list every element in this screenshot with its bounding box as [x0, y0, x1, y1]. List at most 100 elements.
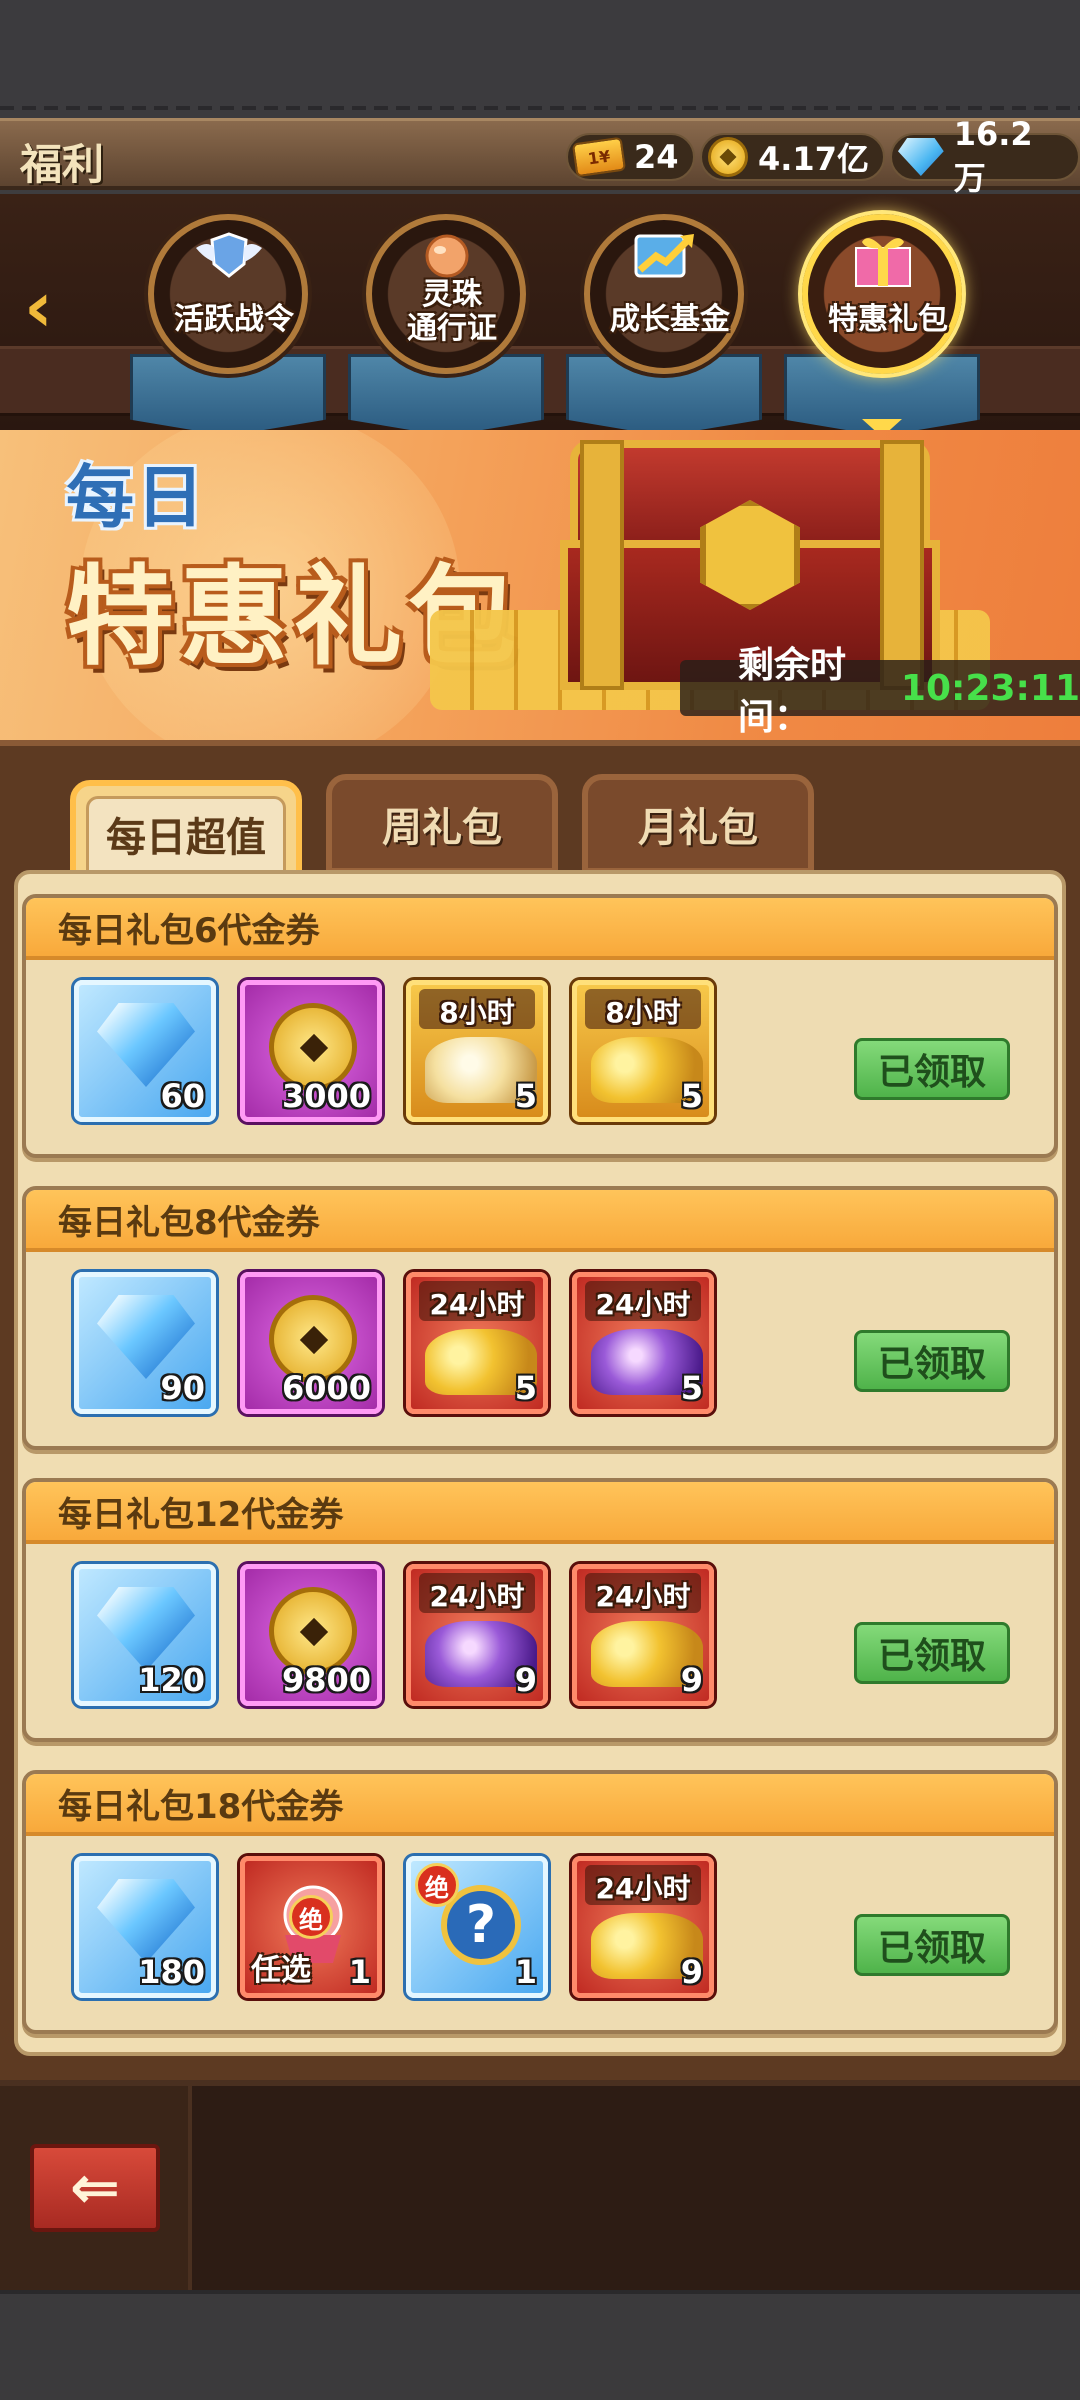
- claimed-button[interactable]: 已领取: [854, 1622, 1010, 1684]
- pack-card: 每日礼包8代金券 90 6000 24小时 5 24小时 5 已领取: [22, 1186, 1058, 1450]
- reward-qty: 5: [680, 1369, 703, 1407]
- claimed-button[interactable]: 已领取: [854, 1330, 1010, 1392]
- bottom-left-panel: ⇐: [0, 2086, 192, 2296]
- promo-banner: 每日 特惠礼包 剩余时间： 10:23:11: [0, 430, 1080, 740]
- reward-duration: 8小时: [439, 996, 515, 1029]
- reward-gold-pack[interactable]: 8小时 5: [572, 980, 714, 1122]
- reward-qty: 5: [514, 1369, 537, 1407]
- reward-choice-box[interactable]: 绝 任选 1: [240, 1856, 382, 1998]
- nav-item-battle-pass[interactable]: 活跃战令: [128, 214, 328, 436]
- claimed-label: 已领取: [877, 1636, 986, 1677]
- reward-qty: 5: [680, 1077, 703, 1115]
- nav-label: 成长基金: [610, 302, 730, 337]
- growth-chart-icon: [634, 234, 694, 278]
- tab-weekly[interactable]: 周礼包: [326, 774, 558, 874]
- reward-qty: 9: [680, 1661, 703, 1699]
- ticket-icon: 1¥: [571, 136, 627, 178]
- reward-duration: 24小时: [595, 1288, 691, 1321]
- coin-counter: 4.17亿: [700, 133, 885, 181]
- reward-diamond[interactable]: 180: [74, 1856, 216, 1998]
- nav-circle: 活跃战令: [148, 214, 308, 374]
- pack-title: 每日礼包12代金券: [58, 1494, 344, 1535]
- feature-nav: ‹ 活跃战令 灵珠 通行证 成长基金 特惠礼包: [0, 194, 1080, 437]
- tab-label: 每日超值: [106, 815, 266, 861]
- bottom-edge: [0, 2290, 1080, 2400]
- reward-qty: 1: [514, 1953, 537, 1991]
- reward-diamond[interactable]: 90: [74, 1272, 216, 1414]
- claimed-button[interactable]: 已领取: [854, 1914, 1010, 1976]
- reward-duration: 24小时: [595, 1580, 691, 1613]
- pack-title: 每日礼包6代金券: [58, 910, 320, 951]
- arrow-left-icon: ⇐: [69, 2153, 121, 2223]
- chevron-left-icon[interactable]: ‹: [24, 272, 74, 342]
- reward-coin[interactable]: 9800: [240, 1564, 382, 1706]
- claimed-button[interactable]: 已领取: [854, 1038, 1010, 1100]
- nav-circle-active: 特惠礼包: [802, 214, 962, 374]
- tab-label: 月礼包: [638, 805, 758, 851]
- timer-value: 10:23:11: [900, 667, 1080, 709]
- rarity-badge: 绝: [415, 1863, 459, 1907]
- pack-card: 每日礼包6代金券 60 3000 8小时 5 8小时 5 已领取: [22, 894, 1058, 1158]
- top-bar: 福利 1¥ 24 4.17亿 16.2万: [0, 115, 1080, 197]
- nav-circle: 成长基金: [584, 214, 744, 374]
- reward-qty: 120: [138, 1661, 205, 1699]
- reward-diamond[interactable]: 120: [74, 1564, 216, 1706]
- reward-gold-pack[interactable]: 24小时 9: [572, 1564, 714, 1706]
- reward-duration: 24小时: [595, 1872, 691, 1905]
- reward-qty: 9: [680, 1953, 703, 1991]
- pack-header: 每日礼包18代金券: [26, 1774, 1054, 1836]
- reward-qty: 90: [160, 1369, 205, 1407]
- reward-qty: 5: [514, 1077, 537, 1115]
- reward-duration: 8小时: [605, 996, 681, 1029]
- reward-coin[interactable]: 6000: [240, 1272, 382, 1414]
- nav-item-special-pack[interactable]: 特惠礼包: [782, 214, 982, 437]
- nav-label: 活跃战令: [174, 302, 294, 337]
- reward-mystery-coin[interactable]: ? 绝 1: [406, 1856, 548, 1998]
- reward-qty: 180: [138, 1953, 205, 1991]
- nav-item-pearl-pass[interactable]: 灵珠 通行证: [346, 214, 546, 436]
- pack-panel: 每日超值 周礼包 月礼包 每日礼包6代金券 60 3000 8小时 5 8小时 5 …: [0, 740, 1080, 2080]
- coin-count: 4.17亿: [758, 140, 869, 178]
- reward-qty: 6000: [281, 1369, 371, 1407]
- nav-item-growth-fund[interactable]: 成长基金: [564, 214, 764, 436]
- reward-qty: 1: [348, 1953, 371, 1991]
- page-title: 福利: [20, 140, 105, 189]
- banner-daily: 每日: [66, 459, 207, 538]
- diamond-count: 16.2万: [953, 115, 1033, 197]
- diamond-icon: [97, 1003, 195, 1087]
- reward-items: 60 3000 8小时 5 8小时 5: [74, 980, 714, 1122]
- pack-card: 每日礼包18代金券 180 绝 任选 1 ? 绝 1 24小时 9 已领取: [22, 1770, 1058, 2034]
- reward-gold-pack[interactable]: 24小时 5: [406, 1272, 548, 1414]
- tab-monthly[interactable]: 月礼包: [582, 774, 814, 874]
- reward-items: 90 6000 24小时 5 24小时 5: [74, 1272, 714, 1414]
- pack-title: 每日礼包18代金券: [58, 1786, 344, 1827]
- pack-title: 每日礼包8代金券: [58, 1202, 320, 1243]
- reward-coin[interactable]: 3000: [240, 980, 382, 1122]
- rarity-badge: 绝: [289, 1895, 333, 1939]
- nav-label: 灵珠 通行证: [407, 277, 497, 346]
- diamond-counter: 16.2万: [890, 115, 1080, 197]
- status-area: [0, 0, 1080, 118]
- reward-qty: 60: [160, 1077, 205, 1115]
- nav-circle: 灵珠 通行证: [366, 214, 526, 374]
- reward-gold-pack[interactable]: 24小时 9: [572, 1856, 714, 1998]
- reward-gem-pack[interactable]: 24小时 9: [406, 1564, 548, 1706]
- tab-label: 周礼包: [382, 805, 502, 851]
- back-button[interactable]: ⇐: [30, 2144, 160, 2232]
- ticket-count: 24: [634, 138, 679, 176]
- reward-diamond[interactable]: 60: [74, 980, 216, 1122]
- reward-qty: 3000: [281, 1077, 371, 1115]
- wing-shield-icon: [196, 232, 262, 278]
- reward-items: 120 9800 24小时 9 24小时 9: [74, 1564, 714, 1706]
- reward-qty: 9800: [281, 1661, 371, 1699]
- ticket-counter: 1¥ 24: [566, 133, 695, 181]
- reward-duration: 24小时: [429, 1288, 525, 1321]
- coin-icon: [708, 137, 748, 177]
- reward-gem-pack[interactable]: 24小时 5: [572, 1272, 714, 1414]
- claimed-label: 已领取: [877, 1344, 986, 1385]
- timer-label: 剩余时间：: [738, 645, 847, 738]
- diamond-icon: [97, 1879, 195, 1963]
- pack-card: 每日礼包12代金券 120 9800 24小时 9 24小时 9 已领取: [22, 1478, 1058, 1742]
- reward-coin-pack[interactable]: 8小时 5: [406, 980, 548, 1122]
- reward-duration: 24小时: [429, 1580, 525, 1613]
